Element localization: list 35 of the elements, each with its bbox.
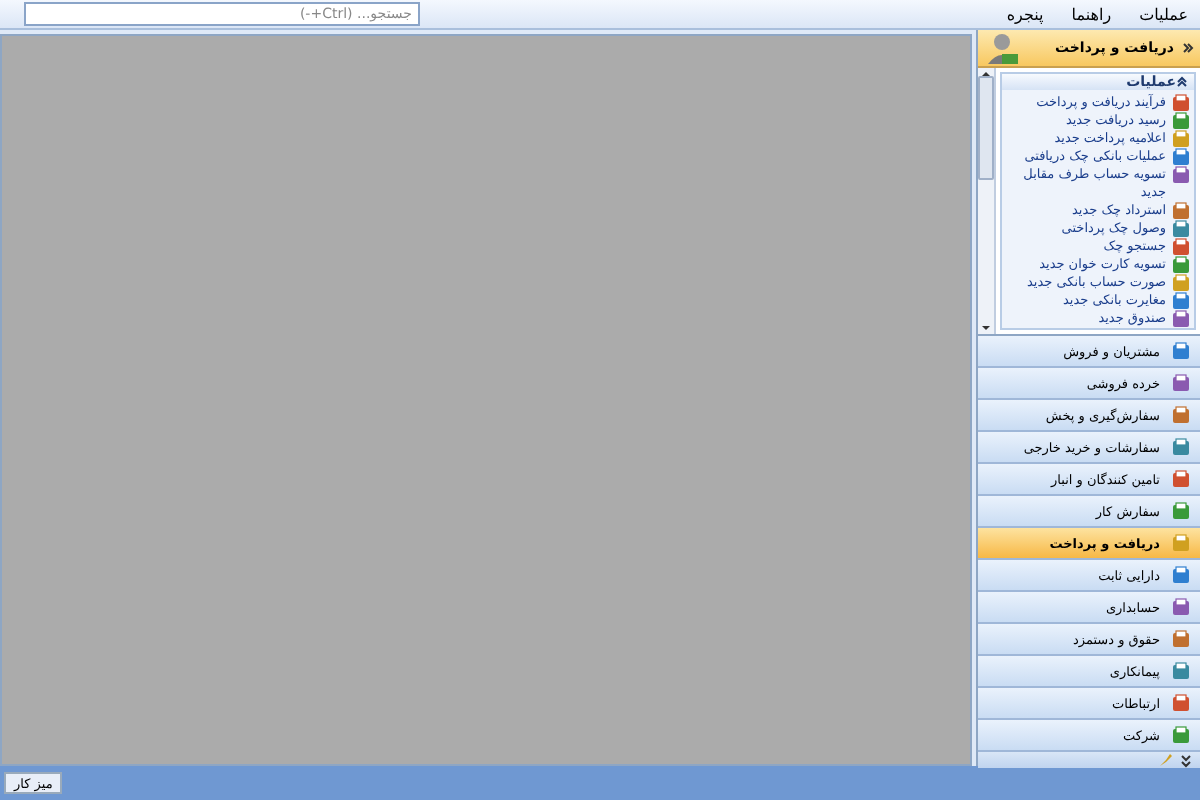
collapse-icon[interactable] [1176, 76, 1188, 88]
folder-icon [1172, 566, 1190, 584]
menu-item[interactable]: راهنما [1067, 5, 1116, 23]
menu-item[interactable]: پنجره [1002, 5, 1048, 23]
document-icon [1172, 166, 1190, 184]
folder-icon [1172, 694, 1190, 712]
document-icon [1172, 148, 1190, 166]
menu-item[interactable]: عملیات [1135, 5, 1192, 23]
folder-icon [1172, 630, 1190, 648]
document-icon [1172, 310, 1190, 328]
document-icon [1172, 220, 1190, 238]
document-icon [1172, 274, 1190, 292]
document-icon [1172, 202, 1190, 220]
collapse-icon[interactable] [1182, 42, 1194, 54]
document-icon [1172, 292, 1190, 310]
folder-icon [1172, 662, 1190, 680]
up-arrow-icon[interactable] [980, 68, 992, 80]
scrollbar[interactable] [978, 68, 996, 334]
down-arrow-icon[interactable] [980, 322, 992, 334]
folder-icon [1172, 598, 1190, 616]
folder-icon [1172, 374, 1190, 392]
document-icon [1172, 112, 1190, 130]
folder-icon [1172, 438, 1190, 456]
document-icon [1172, 238, 1190, 256]
folder-icon [1172, 406, 1190, 424]
document-icon [1172, 256, 1190, 274]
folder-icon [1172, 726, 1190, 744]
folder-icon [1172, 342, 1190, 360]
document-icon [1172, 130, 1190, 148]
person-icon [984, 30, 1020, 66]
folder-icon [1172, 534, 1190, 552]
folder-icon [1172, 470, 1190, 488]
chevron-icon[interactable] [1180, 753, 1192, 767]
folder-icon [1172, 502, 1190, 520]
document-icon [1172, 94, 1190, 112]
